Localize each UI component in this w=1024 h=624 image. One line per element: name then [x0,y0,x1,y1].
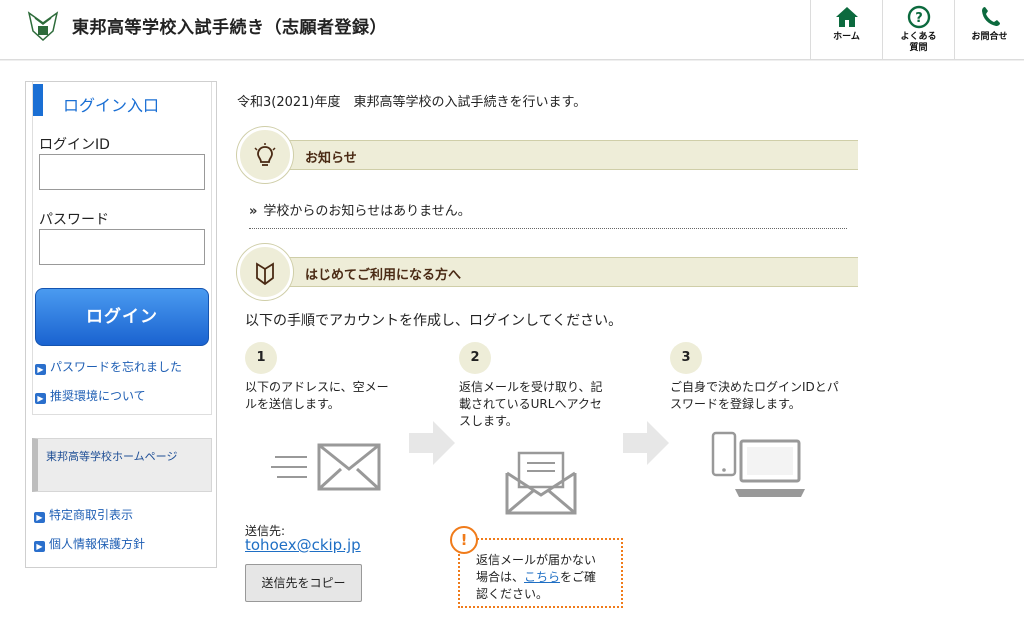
site-header: 東邦高等学校入試手続き（志願者登録） ホーム ? よくある 質問 お問合せ [0,0,1024,60]
step-1-number: 1 [245,342,277,374]
content: 令和3(2021)年度 東邦高等学校の入試手続きを行います。 お知らせ » 学校か… [237,61,862,624]
devices-icon [711,431,805,497]
intro-text: 令和3(2021)年度 東邦高等学校の入試手続きを行います。 [237,95,587,110]
beginner-mark-icon [237,244,293,300]
destination-email-link[interactable]: tohoex@ckip.jp [245,536,361,554]
step-2-line-1: 返信メールを受け取り、記 [459,380,603,394]
phone-icon [981,7,1000,26]
steps-intro: 以下の手順でアカウントを作成し、ログインしてください。 [245,313,623,329]
environment-link[interactable]: ▶ 推奨環境について [35,387,146,404]
forgot-password-link[interactable]: ▶ パスワードを忘れました [35,358,182,375]
arrow-right-icon: ▶ [35,393,46,404]
nav-contact[interactable]: お問合せ [954,0,1024,60]
first-time-title: はじめてご利用になる方へ [305,268,462,283]
warning-line-2-post: をご確 [560,570,597,584]
commerce-law-link[interactable]: ▶ 特定商取引表示 [34,506,133,523]
notice-header: お知らせ [257,140,858,170]
exclamation-icon: ! [450,526,478,554]
sidebar: ログイン入口 ログインID パスワード ログイン ▶ パスワードを忘れました ▶ 推… [25,81,217,568]
open-mail-icon [505,451,577,515]
double-chevron-icon: » [249,204,258,219]
password-label: パスワード [39,212,109,228]
login-id-input[interactable] [39,154,205,190]
nav-home[interactable]: ホーム [810,0,882,60]
step-2-line-3: スします。 [459,414,518,428]
login-button[interactable]: ログイン [35,288,209,346]
step-1-line-2: ルを送信します。 [245,397,340,411]
home-icon [835,7,858,27]
step-2-text: 返信メールを受け取り、記 載されているURLへアクセ スします。 [459,379,639,430]
question-icon: ? [907,5,930,29]
step-3-text: ご自身で決めたログインIDとパ スワードを登録します。 [670,379,856,413]
login-id-label: ログインID [39,137,110,153]
arrow-right-icon: ▶ [34,541,45,552]
lightbulb-icon [237,127,293,183]
divider [249,228,847,229]
site-title: 東邦高等学校入試手続き（志願者登録） [72,18,387,38]
arrow-right-icon [623,421,669,465]
step-2-line-2: 載されているURLへアクセ [459,397,602,411]
nav-faq-label-2: 質問 [909,43,928,53]
nav-contact-label: お問合せ [971,32,1008,42]
main-area: ログイン入口 ログインID パスワード ログイン ▶ パスワードを忘れました ▶ 推… [0,61,1024,624]
step-1-text: 以下のアドレスに、空メー ルを送信します。 [245,379,435,413]
nav-home-label: ホーム [833,32,860,42]
step-3-line-2: スワードを登録します。 [670,397,801,411]
nav-faq-label-1: よくある [900,32,937,42]
privacy-policy-link[interactable]: ▶ 個人情報保護方針 [34,535,145,552]
warning-line-3: 認ください。 [476,587,549,601]
warning-here-link[interactable]: こちら [524,570,560,584]
step-3-number: 3 [670,342,702,374]
login-title: ログイン入口 [63,96,160,115]
arrow-right-icon: ▶ [35,364,46,375]
step-2-number: 2 [459,342,491,374]
arrow-right-icon: ▶ [34,512,45,523]
send-mail-icon [271,443,381,491]
notice-message: » 学校からのお知らせはありません。 [249,200,471,219]
first-time-header: はじめてご利用になる方へ [257,257,858,287]
warning-box: 返信メールが届かない 場合は、こちらをご確 認ください。 [458,538,623,608]
privacy-policy-label: 個人情報保護方針 [49,537,146,551]
nav-faq[interactable]: ? よくある 質問 [882,0,954,60]
copy-destination-button[interactable]: 送信先をコピー [245,564,362,602]
password-input[interactable] [39,229,205,265]
notice-title: お知らせ [305,151,357,166]
warning-line-2-pre: 場合は、 [476,570,525,584]
warning-line-2: 場合は、こちらをご確 [476,569,621,586]
svg-text:?: ? [915,11,923,26]
login-accent-bar [33,84,43,116]
arrow-right-icon [409,421,455,465]
warning-line-1: 返信メールが届かない [476,553,597,567]
environment-label: 推奨環境について [50,389,146,403]
school-logo[interactable] [26,9,60,43]
commerce-law-label: 特定商取引表示 [49,508,134,522]
login-panel: ログイン入口 ログインID パスワード ログイン ▶ パスワードを忘れました ▶ 推… [32,82,212,415]
warning-text: 返信メールが届かない 場合は、こちらをご確 認ください。 [476,552,621,603]
notice-message-text: 学校からのお知らせはありません。 [263,204,471,219]
forgot-password-label: パスワードを忘れました [50,360,183,374]
step-1-line-1: 以下のアドレスに、空メー [245,380,389,394]
step-3-line-1: ご自身で決めたログインIDとパ [670,380,839,394]
school-homepage-button[interactable]: 東邦高等学校ホームページ [32,438,212,492]
